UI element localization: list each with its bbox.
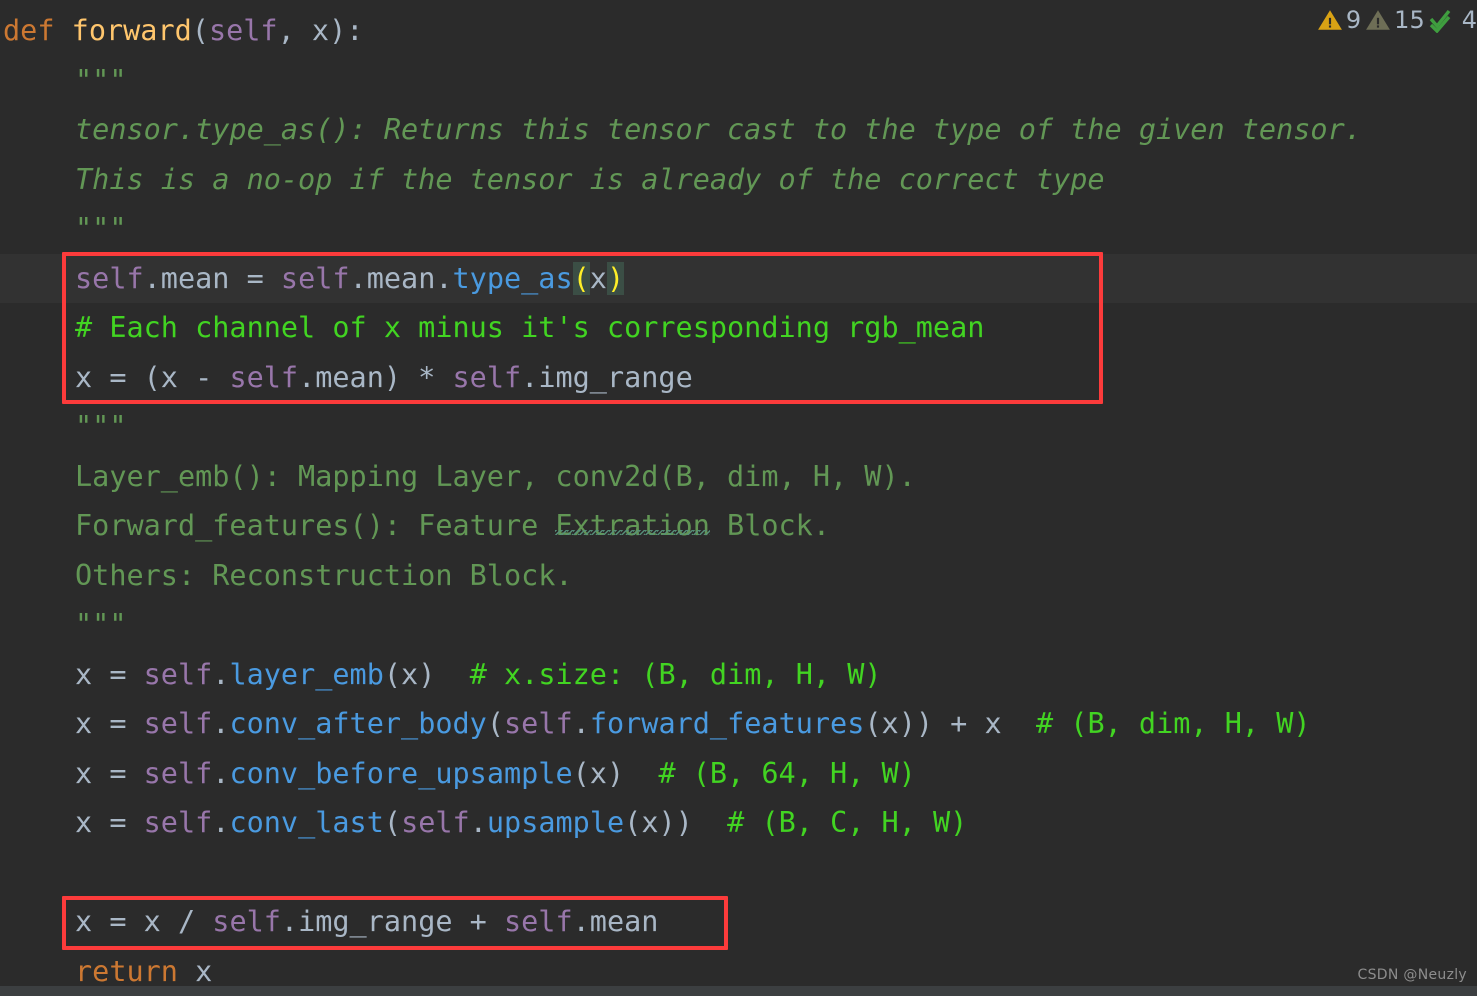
- code-line-docstring-open-1[interactable]: """: [0, 56, 1477, 106]
- method-type-as: type_as: [452, 261, 573, 295]
- code-line-docstring-open-2[interactable]: """: [0, 402, 1477, 452]
- function-name-forward: forward: [71, 14, 192, 47]
- weak-warnings-count: 15: [1394, 6, 1425, 34]
- watermark: CSDN @Neuzly: [1357, 967, 1467, 983]
- weak-warnings-indicator[interactable]: 15: [1365, 6, 1425, 34]
- code-line-conv-before-upsample[interactable]: x = self.conv_before_upsample(x) # (B, 6…: [0, 749, 1477, 799]
- editor-bottom-strip: [0, 986, 1477, 996]
- method-conv-after-body: conv_after_body: [229, 707, 487, 740]
- keyword-def: def: [3, 14, 55, 47]
- double-check-icon: [1429, 9, 1451, 33]
- keyword-return: return: [75, 954, 178, 988]
- code-line-conv-after-body[interactable]: x = self.conv_after_body(self.forward_fe…: [0, 699, 1477, 749]
- code-editor[interactable]: 9 15 4 def forward(self, x): """ tensor.…: [0, 0, 1477, 996]
- code-line-conv-last[interactable]: x = self.conv_last(self.upsample(x)) # (…: [0, 798, 1477, 848]
- method-forward-features: forward_features: [589, 707, 865, 740]
- warning-triangle-icon: [1317, 10, 1342, 30]
- code-line-layer-emb[interactable]: x = self.layer_emb(x) # x.size: (B, dim,…: [0, 650, 1477, 700]
- matched-bracket-close: ): [606, 261, 625, 295]
- inspection-widget[interactable]: 9 15 4: [1317, 6, 1477, 34]
- warnings-count: 9: [1345, 6, 1362, 34]
- code-line-docstring-typeas[interactable]: tensor.type_as(): Returns this tensor ca…: [0, 105, 1477, 155]
- typos-indicator[interactable]: 4: [1429, 6, 1477, 34]
- spellcheck-typo-extration: Extration: [555, 509, 710, 542]
- code-content[interactable]: def forward(self, x): """ tensor.type_as…: [0, 0, 1477, 988]
- code-line-docstring-noop[interactable]: This is a no-op if the tensor is already…: [0, 155, 1477, 205]
- code-line-def-forward[interactable]: def forward(self, x):: [0, 6, 1477, 56]
- warnings-indicator[interactable]: 9: [1317, 6, 1361, 34]
- code-line-normalize-x[interactable]: x = (x - self.mean) * self.img_range: [0, 353, 1477, 403]
- code-line-docstring-close-1[interactable]: """: [0, 204, 1477, 254]
- method-upsample: upsample: [486, 806, 625, 839]
- code-line-denormalize-x[interactable]: x = x / self.img_range + self.mean: [0, 897, 1477, 947]
- typos-count: 4: [1461, 6, 1477, 34]
- method-layer-emb: layer_emb: [229, 657, 384, 691]
- code-line-doc-others[interactable]: Others: Reconstruction Block.: [0, 551, 1477, 601]
- code-line-mean-typeas[interactable]: self.mean = self.mean.type_as(x): [0, 253, 1477, 303]
- code-line-doc-forward-features[interactable]: Forward_features(): Feature Extration Bl…: [0, 501, 1477, 551]
- code-line-blank[interactable]: [0, 848, 1477, 898]
- method-conv-before-upsample: conv_before_upsample: [229, 756, 573, 790]
- code-line-docstring-close-2[interactable]: """: [0, 600, 1477, 650]
- method-conv-last: conv_last: [229, 806, 384, 839]
- matched-bracket-open: (: [572, 261, 590, 295]
- code-line-doc-layer-emb[interactable]: Layer_emb(): Mapping Layer, conv2d(B, di…: [0, 452, 1477, 502]
- code-line-comment-channel[interactable]: # Each channel of x minus it's correspon…: [0, 303, 1477, 353]
- weak-warning-triangle-icon: [1366, 10, 1391, 30]
